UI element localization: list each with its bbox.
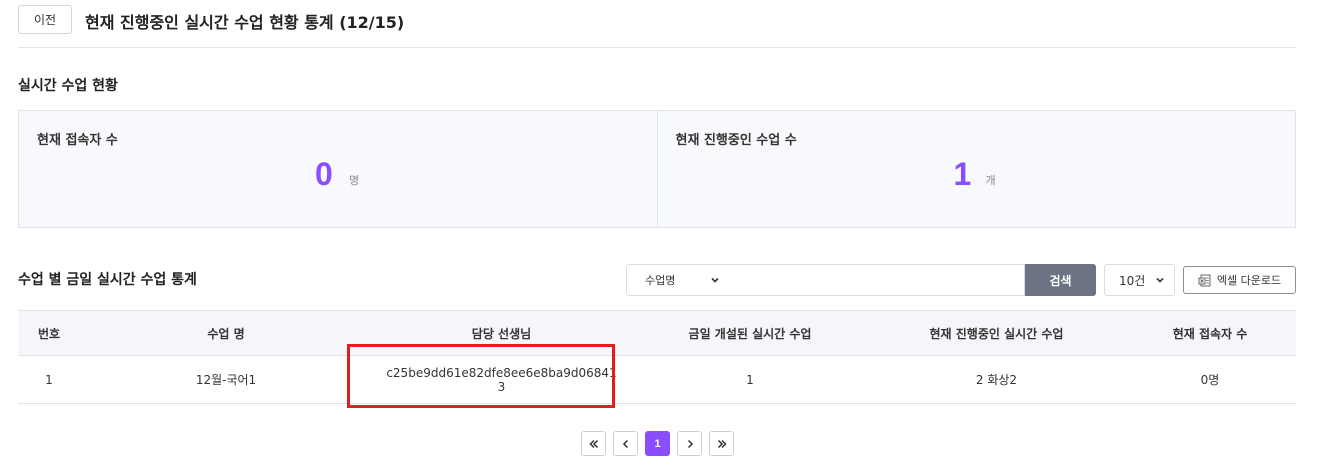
cell-number: 1 [18,355,80,404]
cell-class-name: 12월-국어1 [80,355,372,404]
last-page-icon [717,439,727,448]
cell-connected-users: 0명 [1124,355,1296,404]
column-header-opened-today: 금일 개설된 실시간 수업 [631,310,869,356]
search-field-selected: 수업명 [645,274,676,287]
running-classes-unit: 개 [985,174,996,187]
prev-page-icon [622,439,628,448]
column-header-number: 번호 [18,310,80,356]
running-classes-value: 1 [953,156,972,192]
running-classes-stat: 현재 진행중인 수업 수 1 개 [656,111,1296,227]
search-button[interactable]: 검색 [1025,264,1096,296]
search-input[interactable] [731,264,1025,296]
last-page-button[interactable] [709,431,734,456]
pagination: 1 [581,431,734,456]
next-page-icon [687,439,693,448]
class-stats-section-title: 수업 별 금일 실시간 수업 통계 [18,272,197,288]
search-bar: 수업명 검색 [626,264,1096,296]
column-header-running-now: 현재 진행중인 실시간 수업 [869,310,1124,356]
column-header-connected-users: 현재 접속자 수 [1124,310,1296,356]
class-stats-table: 번호 수업 명 담당 선생님 금일 개설된 실시간 수업 현재 진행중인 실시간… [18,310,1296,404]
table-header-row: 번호 수업 명 담당 선생님 금일 개설된 실시간 수업 현재 진행중인 실시간… [18,310,1296,356]
connected-users-unit: 명 [349,174,360,187]
realtime-stats-panel: 현재 접속자 수 0 명 현재 진행중인 수업 수 1 개 [18,110,1296,228]
highlight-box [347,344,615,408]
running-classes-label: 현재 진행중인 수업 수 [675,133,797,148]
next-page-button[interactable] [677,431,702,456]
table-row[interactable]: 1 12월-국어1 c25be9dd61e82dfe8ee6e8ba9d0684… [18,355,1296,404]
search-field-select[interactable]: 수업명 [626,264,731,296]
first-page-button[interactable] [581,431,606,456]
chevron-down-icon [1156,277,1164,283]
connected-users-label: 현재 접속자 수 [37,133,118,148]
page-size-select[interactable]: 10건 [1104,264,1175,296]
excel-icon [1198,274,1211,286]
realtime-section-title: 실시간 수업 현황 [18,78,118,94]
cell-opened-today: 1 [631,355,869,404]
column-header-class-name: 수업 명 [80,310,372,356]
connected-users-value: 0 [315,156,333,192]
excel-download-label: 엑셀 다운로드 [1216,274,1282,287]
first-page-icon [588,439,598,448]
page-number-button[interactable]: 1 [645,431,670,456]
prev-page-button[interactable] [613,431,638,456]
page-size-selected: 10건 [1119,273,1146,288]
excel-download-button[interactable]: 엑셀 다운로드 [1183,266,1296,294]
prev-button[interactable]: 이전 [18,5,72,34]
page-header: 이전 현재 진행중인 실시간 수업 현황 통계 (12/15) [18,4,1296,48]
cell-running-now: 2 화상2 [869,355,1124,404]
chevron-down-icon [711,277,719,283]
page-title: 현재 진행중인 실시간 수업 현황 통계 (12/15) [85,13,405,32]
connected-users-stat: 현재 접속자 수 0 명 [19,111,657,227]
